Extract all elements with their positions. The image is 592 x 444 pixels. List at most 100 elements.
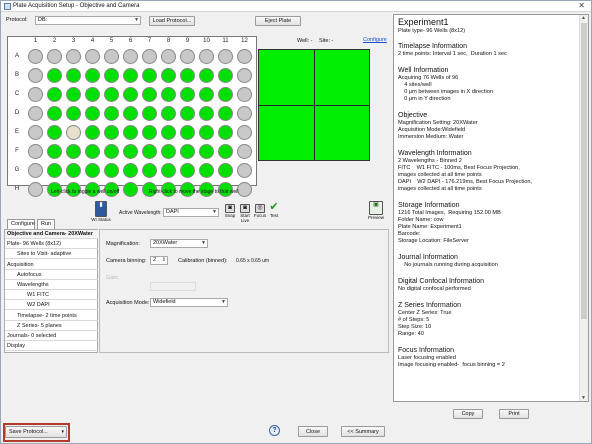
plate-well[interactable] [237,163,252,178]
plate-well[interactable] [28,68,43,83]
plate-well[interactable] [104,68,119,83]
plate-well[interactable] [180,144,195,159]
protocol-dropdown[interactable]: DB: ▼ [35,16,141,25]
plate-well[interactable] [218,106,233,121]
plate-well[interactable] [66,68,81,83]
plate-well[interactable] [180,163,195,178]
plate-well[interactable] [66,163,81,178]
plate-well[interactable] [199,87,214,102]
plate-well[interactable] [104,125,119,140]
plate-well[interactable] [47,49,62,64]
plate-well[interactable] [180,106,195,121]
plate-well[interactable] [142,125,157,140]
plate-well[interactable] [237,49,252,64]
summary-scrollbar[interactable]: ▲ ▼ [579,15,588,401]
plate-well[interactable] [28,163,43,178]
plate-well[interactable] [85,68,100,83]
tab-configure[interactable]: Configure [7,219,35,229]
print-button[interactable]: Print [499,409,529,419]
plate-well[interactable] [161,125,176,140]
plate-well[interactable] [218,68,233,83]
help-icon[interactable]: ? [269,425,280,436]
focus-button[interactable]: ◎ Focus [253,204,267,218]
plate-well[interactable] [123,125,138,140]
scroll-up-icon[interactable]: ▲ [581,15,586,21]
wi-status-tool[interactable]: ▮ WI Status [89,201,113,222]
plate-well[interactable] [237,125,252,140]
plate-well[interactable] [199,49,214,64]
plate-well[interactable] [218,144,233,159]
plate-well[interactable] [123,144,138,159]
plate-well[interactable] [218,49,233,64]
plate-well[interactable] [237,87,252,102]
plate-well[interactable] [123,163,138,178]
plate-well[interactable] [104,87,119,102]
plate-well[interactable] [180,125,195,140]
tree-item[interactable]: Autofocus [5,271,98,280]
plate-well[interactable] [47,144,62,159]
plate-well[interactable] [161,87,176,102]
plate-well[interactable] [142,163,157,178]
camera-binning-stepper[interactable]: 2 ⇕ [150,256,168,265]
tree-item[interactable]: Z Series- 5 planes [5,322,98,331]
scroll-thumb[interactable] [581,23,587,319]
plate-well[interactable] [142,144,157,159]
plate-well[interactable] [142,68,157,83]
tree-item[interactable]: Objective and Camera- 20XWater [5,230,98,239]
plate-well[interactable] [237,144,252,159]
plate-well[interactable] [85,87,100,102]
tree-item[interactable]: W2 DAPI [5,301,98,311]
eject-plate-button[interactable]: Eject Plate [255,16,301,26]
plate-well[interactable] [237,68,252,83]
plate-well[interactable] [28,182,43,197]
plate-well[interactable] [104,49,119,64]
plate-well[interactable] [237,106,252,121]
plate-well[interactable] [199,106,214,121]
plate-well[interactable] [66,87,81,102]
plate-well[interactable] [218,125,233,140]
plate-well[interactable] [123,87,138,102]
plate-well[interactable] [66,125,81,140]
plate-well[interactable] [28,87,43,102]
load-protocol-button[interactable]: Load Protocol... [149,16,195,26]
site-grid[interactable] [258,49,370,161]
plate-well[interactable] [47,125,62,140]
tree-item[interactable]: W1 FITC [5,291,98,301]
plate-well[interactable] [104,144,119,159]
scroll-down-icon[interactable]: ▼ [581,395,586,401]
plate-well[interactable] [28,144,43,159]
plate-well[interactable] [161,68,176,83]
plate-well[interactable] [180,87,195,102]
plate-well[interactable] [199,125,214,140]
tree-item[interactable]: Acquisition [5,261,98,270]
configure-link[interactable]: Configure [363,37,387,43]
plate-well[interactable] [218,163,233,178]
plate-well[interactable] [142,106,157,121]
plate-well[interactable] [161,106,176,121]
plate-well[interactable] [237,182,252,197]
plate-well[interactable] [47,87,62,102]
plate-well[interactable] [85,125,100,140]
plate-well[interactable] [142,87,157,102]
copy-button[interactable]: Copy [453,409,483,419]
test-button[interactable]: ✔ Test [267,202,281,219]
active-wavelength-dropdown[interactable]: DAPI ▼ [163,208,219,217]
plate-well[interactable] [218,87,233,102]
plate-well[interactable] [47,106,62,121]
preview-button[interactable]: ▣ Preview [365,201,387,220]
start-live-button[interactable]: ◙ Start Live [237,204,253,223]
plate-well[interactable] [104,163,119,178]
plate-well[interactable] [199,163,214,178]
plate-well[interactable] [47,163,62,178]
magnification-dropdown[interactable]: 20XWater ▼ [150,239,208,248]
summary-button[interactable]: << Summary [341,426,385,437]
plate-well[interactable] [180,68,195,83]
tree-item[interactable]: Journals- 0 selected [5,332,98,341]
tree-item[interactable]: Sites to Visit- adaptive [5,250,98,260]
plate-well[interactable] [180,49,195,64]
close-window-icon[interactable]: ✕ [578,1,585,10]
plate-well[interactable] [123,49,138,64]
plate-well[interactable] [161,163,176,178]
plate-well[interactable] [199,68,214,83]
close-button[interactable]: Close [298,426,328,437]
